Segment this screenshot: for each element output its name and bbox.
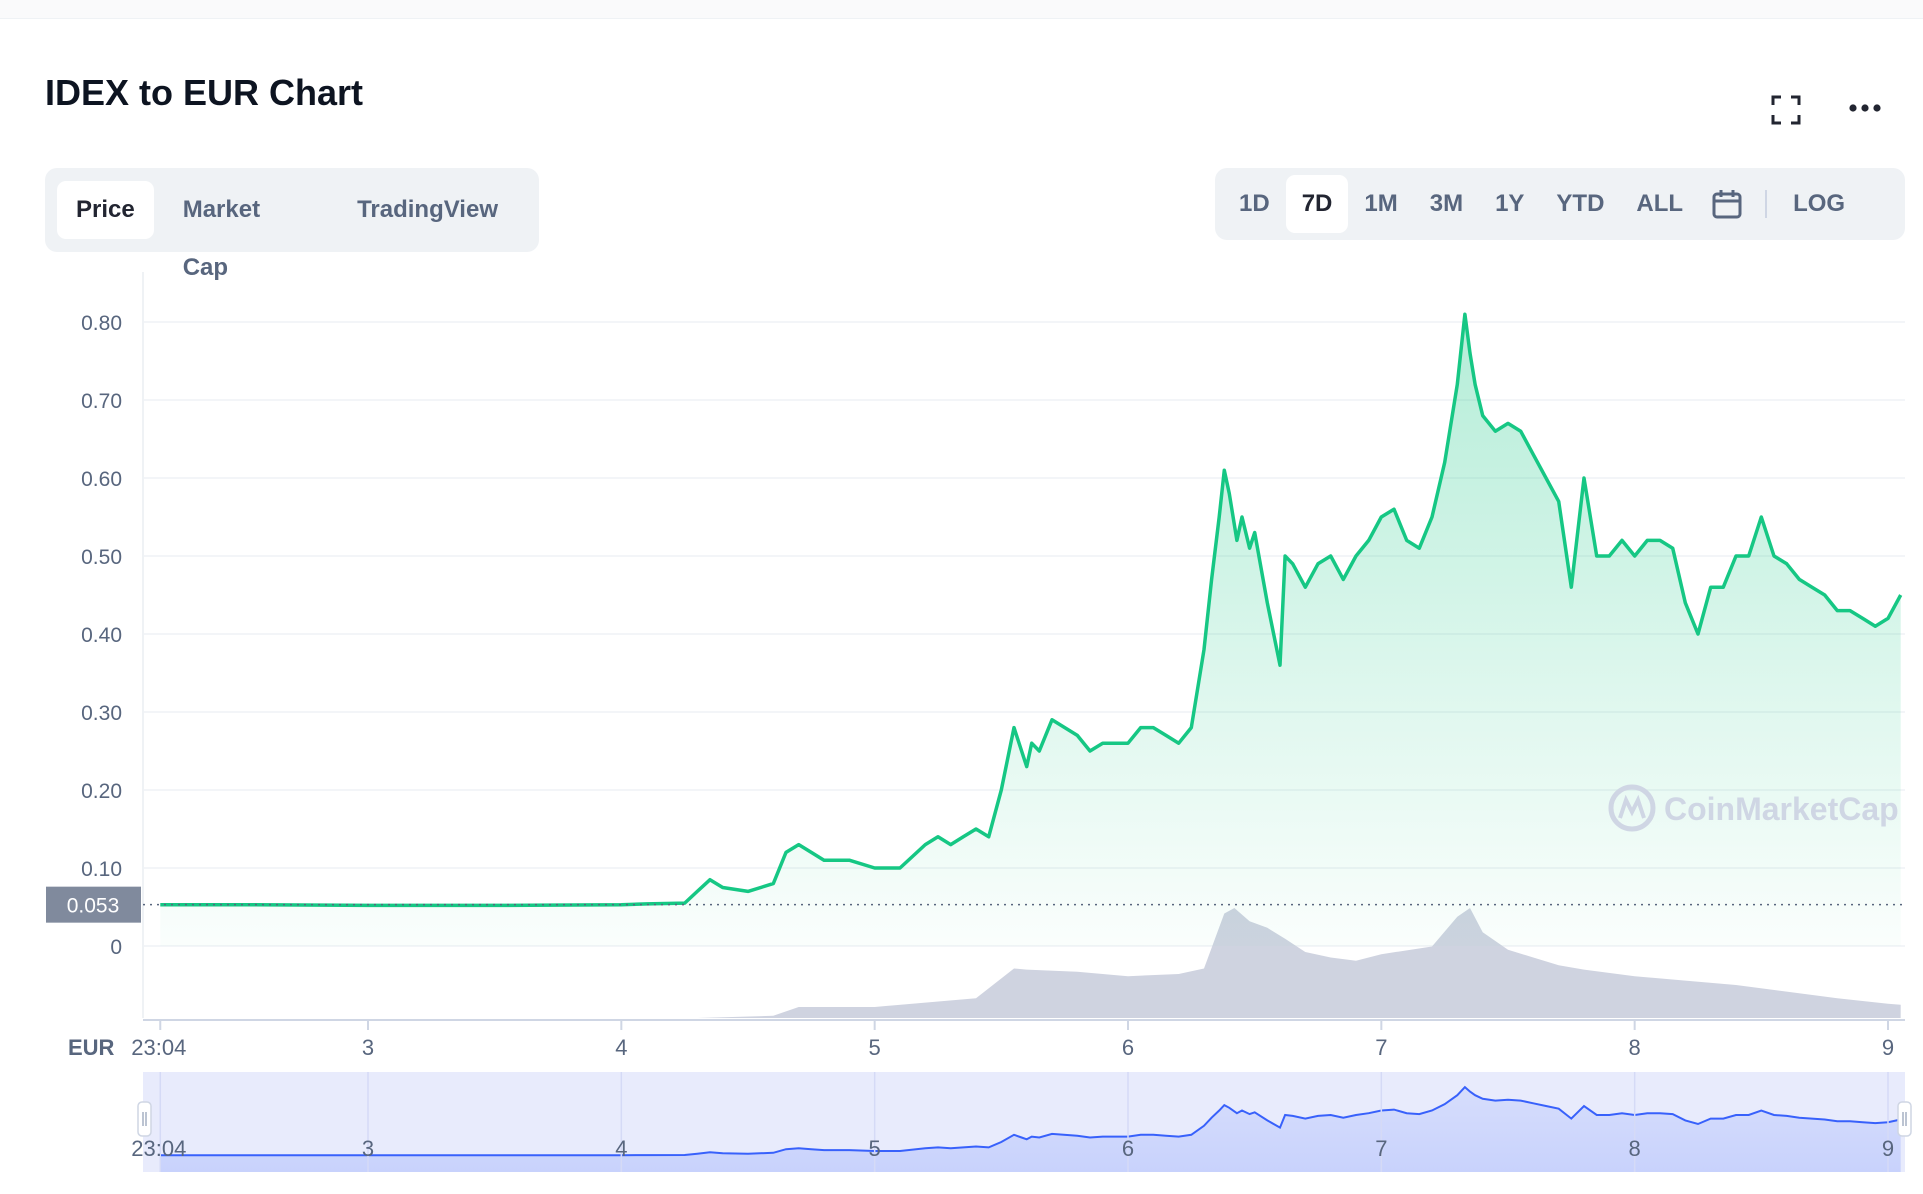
x-tick-label: 5 [869,1035,881,1060]
navigator-handle-left[interactable] [137,1101,152,1137]
x-tick-label: 6 [1122,1035,1134,1060]
navigator-tick-label: 8 [1629,1136,1641,1161]
navigator-tick-label: 7 [1375,1136,1387,1161]
navigator-tick-label: 5 [869,1136,881,1161]
price-chart: 0 0.10 0.20 0.30 0.40 0.50 0.60 0.70 0.80 23:04 3… [46,272,1912,1172]
price-area [160,314,1901,946]
y-tick-label: 0.10 [81,858,122,881]
y-tick-label: 0.20 [81,780,122,803]
x-tick-label: 3 [362,1035,374,1060]
y-tick-label: 0.60 [81,468,122,491]
y-tick-label: 0.80 [81,312,122,335]
x-tick-label: 8 [1629,1035,1641,1060]
x-tick-label: 4 [615,1035,627,1060]
x-tick-label: 23:04 [131,1035,186,1060]
navigator-handle-right[interactable] [1897,1101,1912,1137]
y-tick-label: 0.70 [81,390,122,413]
current-price-label: 0.053 [67,895,120,918]
watermark-text: CoinMarketCap [1664,791,1899,827]
y-tick-label: 0.50 [81,546,122,569]
navigator-tick-label: 23:04 [131,1136,186,1161]
x-tick-label: 7 [1375,1035,1387,1060]
navigator-tick-label: 6 [1122,1136,1134,1161]
navigator-tick-label: 9 [1882,1136,1894,1161]
y-tick-label: 0 [110,936,122,959]
y-tick-label: 0.30 [81,702,122,725]
navigator-tick-label: 3 [362,1136,374,1161]
currency-label: EUR [68,1035,115,1060]
x-tick-label: 9 [1882,1035,1894,1060]
navigator-tick-label: 4 [615,1136,627,1161]
range-navigator[interactable]: 23:04 3 4 5 6 7 8 9 [131,1072,1912,1172]
y-tick-label: 0.40 [81,624,122,647]
